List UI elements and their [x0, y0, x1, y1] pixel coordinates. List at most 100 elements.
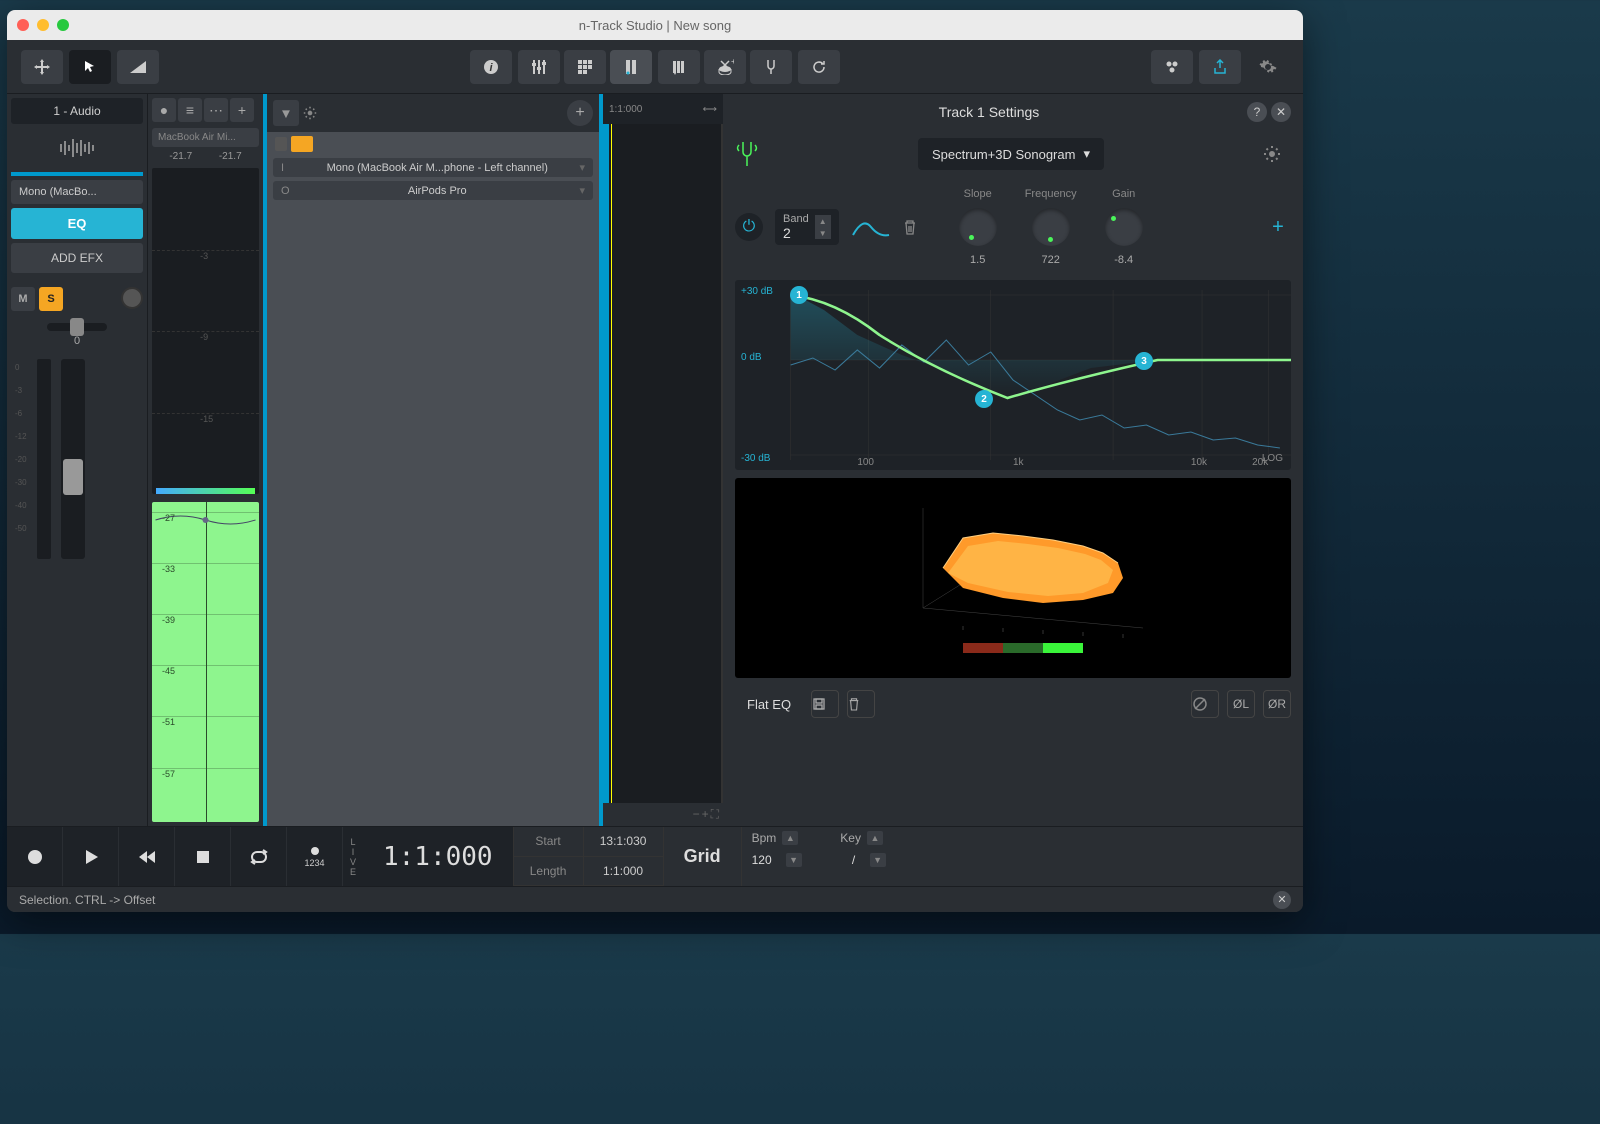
eq-node-1[interactable]: 1: [790, 286, 808, 304]
info-icon[interactable]: i: [470, 50, 512, 84]
add-channel-button[interactable]: +: [567, 100, 593, 126]
eq-power-button[interactable]: ⏻: [735, 213, 763, 241]
panel-gear-icon[interactable]: [303, 100, 329, 126]
filter-shape-icon[interactable]: [851, 215, 891, 239]
loop-button[interactable]: [231, 827, 287, 886]
input-routing[interactable]: I Mono (MacBook Air M...phone - Left cha…: [273, 158, 593, 177]
solo-button[interactable]: S: [39, 287, 63, 311]
stretch-icon[interactable]: ⟷: [703, 104, 717, 115]
track-name[interactable]: 1 - Audio: [11, 98, 143, 124]
play-button[interactable]: [63, 827, 119, 886]
band-up-icon[interactable]: ▲: [815, 215, 831, 227]
timeline-track[interactable]: [603, 124, 723, 803]
fullscreen-icon[interactable]: ⛶: [711, 807, 719, 822]
move-tool-icon[interactable]: [21, 50, 63, 84]
output-routing[interactable]: O AirPods Pro ▾: [273, 181, 593, 200]
volume-fader[interactable]: [61, 359, 85, 559]
eq-node-2[interactable]: 2: [975, 390, 993, 408]
mixer-strip: ● ≡ ⋯ + MacBook Air Mi... -21.7 -21.7 -3…: [147, 94, 263, 826]
bpm-down-icon[interactable]: ▼: [786, 853, 802, 867]
bpm-value[interactable]: 120: [752, 853, 780, 867]
key-up-icon[interactable]: ▲: [867, 831, 883, 845]
track-panel: 1 - Audio Mono (MacBo... EQ ADD EFX M S …: [7, 94, 147, 826]
close-panel-icon[interactable]: ✕: [1271, 102, 1291, 122]
flat-eq-button[interactable]: Flat EQ: [735, 691, 803, 718]
metronome-button[interactable]: 1234: [287, 827, 343, 886]
scale-mode[interactable]: LOG: [1262, 453, 1283, 464]
band-down-icon[interactable]: ▼: [815, 227, 831, 239]
help-icon[interactable]: ?: [1247, 102, 1267, 122]
gain-knob[interactable]: [1105, 208, 1143, 246]
track-input-select[interactable]: Mono (MacBo...: [11, 180, 143, 204]
fade-tool-icon[interactable]: [117, 50, 159, 84]
start-position[interactable]: 13:1:030: [584, 827, 664, 857]
status-bar: Selection. CTRL -> Offset ✕: [7, 886, 1303, 912]
mute-button[interactable]: M: [11, 287, 35, 311]
svg-text:+: +: [731, 59, 734, 66]
mixer-icon[interactable]: [518, 50, 560, 84]
track-settings-panel: Track 1 Settings ? ✕ Spectrum+3D Sonogra…: [723, 94, 1303, 826]
pointer-tool-icon[interactable]: [69, 50, 111, 84]
mixer-input-label[interactable]: MacBook Air Mi...: [152, 128, 259, 147]
channel-color-swatch[interactable]: [291, 136, 313, 152]
add-band-button[interactable]: +: [1265, 214, 1291, 240]
more-icon[interactable]: ⋯: [204, 98, 228, 122]
stop-button[interactable]: [175, 827, 231, 886]
drums-icon[interactable]: +: [704, 50, 746, 84]
pan-slider[interactable]: [47, 323, 107, 331]
key-down-icon[interactable]: ▼: [870, 853, 886, 867]
record-button[interactable]: [7, 827, 63, 886]
filter-icon[interactable]: ▼: [273, 100, 299, 126]
channel-strip-icon[interactable]: [610, 50, 652, 84]
sonogram-3d-display[interactable]: [735, 478, 1291, 678]
tuning-fork-icon[interactable]: [750, 50, 792, 84]
rewind-button[interactable]: [119, 827, 175, 886]
tuning-fork-icon[interactable]: [735, 140, 759, 168]
eq-button[interactable]: EQ: [11, 208, 143, 239]
add-efx-button[interactable]: ADD EFX: [11, 243, 143, 273]
minimize-window[interactable]: [37, 19, 49, 31]
record-dot-icon[interactable]: ●: [152, 98, 176, 122]
plugins-icon[interactable]: [1151, 50, 1193, 84]
eq-spectrum-graph[interactable]: +30 dB 0 dB -30 dB 100 1k 10k 20k 1 2 3 …: [735, 280, 1291, 470]
close-window[interactable]: [17, 19, 29, 31]
settings-title: Track 1 Settings: [735, 104, 1243, 120]
view-mode-dropdown[interactable]: Spectrum+3D Sonogram ▾: [918, 138, 1104, 170]
status-close-icon[interactable]: ✕: [1273, 891, 1291, 909]
live-indicator: LIVE: [343, 827, 363, 886]
chevron-down-icon[interactable]: ▾: [579, 184, 585, 197]
frequency-knob[interactable]: [1032, 208, 1070, 246]
maximize-window[interactable]: [57, 19, 69, 31]
slope-knob[interactable]: [959, 208, 997, 246]
eq-settings-gear-icon[interactable]: [1263, 140, 1291, 168]
level-meter: [37, 359, 51, 559]
time-display[interactable]: 1:1:000: [363, 827, 513, 886]
grid-view-icon[interactable]: [564, 50, 606, 84]
zoom-in-icon[interactable]: +: [702, 807, 709, 822]
grid-mode[interactable]: Grid: [664, 827, 742, 886]
save-preset-icon[interactable]: [811, 690, 839, 718]
timeline-panel: 1:1:000 ⟷ − + ⛶: [603, 94, 723, 826]
add-icon[interactable]: +: [230, 98, 254, 122]
share-icon[interactable]: [1199, 50, 1241, 84]
chevron-down-icon[interactable]: ▾: [579, 161, 585, 174]
center-routing-panel: ▼ + I Mono (MacBook Air M...phone - Left…: [263, 94, 603, 826]
phase-right-button[interactable]: ØR: [1263, 690, 1291, 718]
piano-roll-icon[interactable]: [658, 50, 700, 84]
length-value[interactable]: 1:1:000: [584, 857, 664, 887]
menu-icon[interactable]: ≡: [178, 98, 202, 122]
refresh-icon[interactable]: [798, 50, 840, 84]
key-value[interactable]: /: [844, 853, 864, 867]
zoom-out-icon[interactable]: −: [693, 807, 700, 822]
phase-invert-icon[interactable]: [1191, 690, 1219, 718]
bpm-up-icon[interactable]: ▲: [782, 831, 798, 845]
delete-band-icon[interactable]: [903, 215, 927, 239]
eq-node-3[interactable]: 3: [1135, 352, 1153, 370]
waveform-display: -27 -33 -39 -45 -51 -57: [152, 502, 259, 822]
settings-gear-icon[interactable]: [1247, 50, 1289, 84]
band-selector[interactable]: Band 2 ▲ ▼: [775, 209, 839, 245]
delete-preset-icon[interactable]: [847, 690, 875, 718]
phase-left-button[interactable]: ØL: [1227, 690, 1255, 718]
waveform-icon: [11, 128, 143, 168]
record-arm-button[interactable]: [121, 287, 143, 309]
